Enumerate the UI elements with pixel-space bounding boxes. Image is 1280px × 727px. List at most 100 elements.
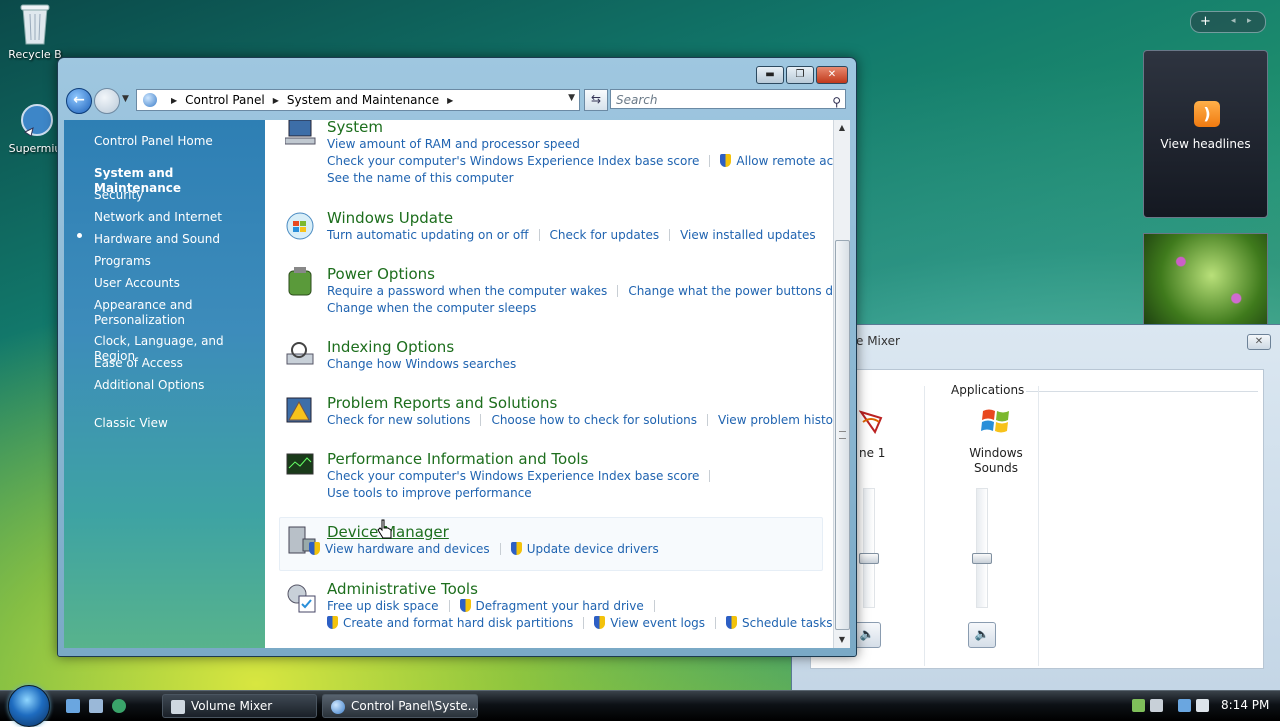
clock[interactable]: 8:14 PM <box>1221 698 1269 712</box>
taskbar-button-control-panel[interactable]: Control Panel\Syste... <box>322 694 478 718</box>
scroll-up-icon[interactable]: ▲ <box>834 120 850 136</box>
back-button[interactable]: ← <box>66 88 92 114</box>
search-icon[interactable]: ⚲ <box>832 92 841 112</box>
divider <box>583 617 585 629</box>
task-link[interactable]: Change when the computer sleeps <box>327 301 536 315</box>
task-link[interactable]: Free up disk space <box>327 599 439 613</box>
close-button[interactable]: ✕ <box>1247 334 1271 350</box>
task-link[interactable]: Turn automatic updating on or off <box>327 228 529 242</box>
nav-hardware-and-sound[interactable]: Hardware and Sound <box>94 232 259 247</box>
category-title[interactable]: System <box>327 120 383 136</box>
task-link[interactable]: Require a password when the computer wak… <box>327 284 607 298</box>
task-link[interactable]: View amount of RAM and processor speed <box>327 137 580 151</box>
taskbar-button-volume-mixer[interactable]: Volume Mixer <box>162 694 317 718</box>
navigation-pane: Control Panel Home System and Maintenanc… <box>64 120 265 648</box>
breadcrumb-item[interactable]: System and Maintenance <box>287 93 439 107</box>
nav-user-accounts[interactable]: User Accounts <box>94 276 259 291</box>
chevron-right-icon[interactable]: ▶ <box>273 96 279 105</box>
chevron-right-icon[interactable]: ▶ <box>171 96 177 105</box>
close-button[interactable]: ✕ <box>816 66 848 84</box>
nav-classic-view[interactable]: Classic View <box>94 416 259 431</box>
task-link[interactable]: Use tools to improve performance <box>327 486 532 500</box>
slideshow-gadget[interactable] <box>1143 233 1268 327</box>
task-link[interactable]: View installed updates <box>680 228 816 242</box>
browser-icon[interactable] <box>112 699 126 713</box>
task-link[interactable]: Check for new solutions <box>327 413 470 427</box>
desktop-icon-recycle-bin[interactable]: Recycle B <box>0 2 70 61</box>
control-panel-icon <box>331 700 345 714</box>
nav-security[interactable]: Security <box>94 188 259 203</box>
volume-slider-track[interactable] <box>976 488 988 608</box>
refresh-button[interactable]: ⇆ <box>584 89 608 111</box>
task-link[interactable]: See the name of this computer <box>327 171 514 185</box>
next-icon[interactable]: ▸ <box>1247 12 1252 31</box>
category-title[interactable]: Problem Reports and Solutions <box>327 394 557 412</box>
divider <box>715 617 717 629</box>
previous-icon[interactable]: ◂ <box>1231 12 1236 31</box>
task-link[interactable]: Check your computer's Windows Experience… <box>327 469 699 483</box>
address-bar[interactable]: ▶ Control Panel ▶ System and Maintenance… <box>136 89 580 111</box>
tray-app-icon[interactable] <box>1150 699 1163 712</box>
scrollbar-thumb[interactable] <box>835 240 850 630</box>
device-name: ne 1 <box>859 446 886 460</box>
nav-programs[interactable]: Programs <box>94 254 259 269</box>
minimize-button[interactable]: ▬ <box>756 66 784 84</box>
task-link[interactable]: Allow remote access <box>736 154 833 168</box>
performance-monitor-icon <box>285 452 317 484</box>
nav-network-and-internet[interactable]: Network and Internet <box>94 210 259 225</box>
nav-ease-of-access[interactable]: Ease of Access <box>94 356 259 371</box>
show-desktop-icon[interactable] <box>66 699 80 713</box>
category-title[interactable]: Administrative Tools <box>327 580 478 598</box>
task-link[interactable]: Schedule tasks <box>742 616 832 630</box>
task-link[interactable]: Check for updates <box>550 228 660 242</box>
forward-button[interactable] <box>94 88 120 114</box>
task-link[interactable]: Update device drivers <box>527 542 659 556</box>
uac-shield-icon <box>459 599 471 612</box>
speaker-icon <box>171 700 185 714</box>
feed-headlines-gadget[interactable]: ) View headlines <box>1143 50 1268 218</box>
category-title[interactable]: Windows Update <box>327 209 453 227</box>
switch-windows-icon[interactable] <box>89 699 103 713</box>
chevron-down-icon[interactable]: ▼ <box>568 93 575 103</box>
scroll-down-icon[interactable]: ▼ <box>834 632 850 648</box>
breadcrumb-item[interactable]: Control Panel <box>185 93 265 107</box>
task-link-line: Check your computer's Windows Experience… <box>327 154 833 168</box>
task-link[interactable]: View hardware and devices <box>325 542 490 556</box>
add-gadget-button[interactable]: + <box>1200 12 1211 31</box>
address-row: ← ▼ ▶ Control Panel ▶ System and Mainten… <box>64 86 850 114</box>
task-link-line: Require a password when the computer wak… <box>327 284 833 298</box>
network-icon[interactable] <box>1132 699 1145 712</box>
indexing-magnifier-icon <box>285 340 317 372</box>
recent-pages-dropdown[interactable]: ▼ <box>122 94 129 104</box>
category-title[interactable]: Power Options <box>327 265 435 283</box>
task-link-line: Turn automatic updating on or off Check f… <box>327 228 816 242</box>
volume-slider-track[interactable] <box>863 488 875 608</box>
computer-icon <box>284 120 317 152</box>
category-title[interactable]: Indexing Options <box>327 338 454 356</box>
nav-appearance-and-personalization[interactable]: Appearance and Personalization <box>94 298 214 328</box>
vertical-scrollbar[interactable]: ▲ ▼ <box>833 120 850 648</box>
search-input[interactable]: Search ⚲ <box>610 89 846 109</box>
nav-control-panel-home[interactable]: Control Panel Home <box>94 134 259 149</box>
nav-additional-options[interactable]: Additional Options <box>94 378 259 393</box>
task-link[interactable]: Check your computer's Windows Experience… <box>327 154 699 168</box>
start-button[interactable] <box>8 685 50 727</box>
maximize-button[interactable]: ❐ <box>786 66 814 84</box>
task-link[interactable]: Change how Windows searches <box>327 357 516 371</box>
speaker-icon[interactable]: 🔈 <box>968 622 996 648</box>
speaker-icon[interactable]: 🔈 <box>853 622 881 648</box>
task-link[interactable]: View event logs <box>610 616 705 630</box>
category-title[interactable]: Performance Information and Tools <box>327 450 588 468</box>
network-status-icon[interactable] <box>1178 699 1191 712</box>
task-link[interactable]: Defragment your hard drive <box>476 599 644 613</box>
volume-slider-thumb[interactable] <box>972 553 992 564</box>
volume-icon[interactable] <box>1196 699 1209 712</box>
task-link[interactable]: Create and format hard disk partitions <box>343 616 573 630</box>
task-link[interactable]: View problem history <box>718 413 833 427</box>
task-link[interactable]: Change what the power buttons do <box>628 284 833 298</box>
chevron-right-icon[interactable]: ▶ <box>447 96 453 105</box>
volume-slider-thumb[interactable] <box>859 553 879 564</box>
view-headlines-label[interactable]: View headlines <box>1144 137 1267 151</box>
globe-shortcut-icon <box>17 100 53 140</box>
task-link[interactable]: Choose how to check for solutions <box>491 413 697 427</box>
